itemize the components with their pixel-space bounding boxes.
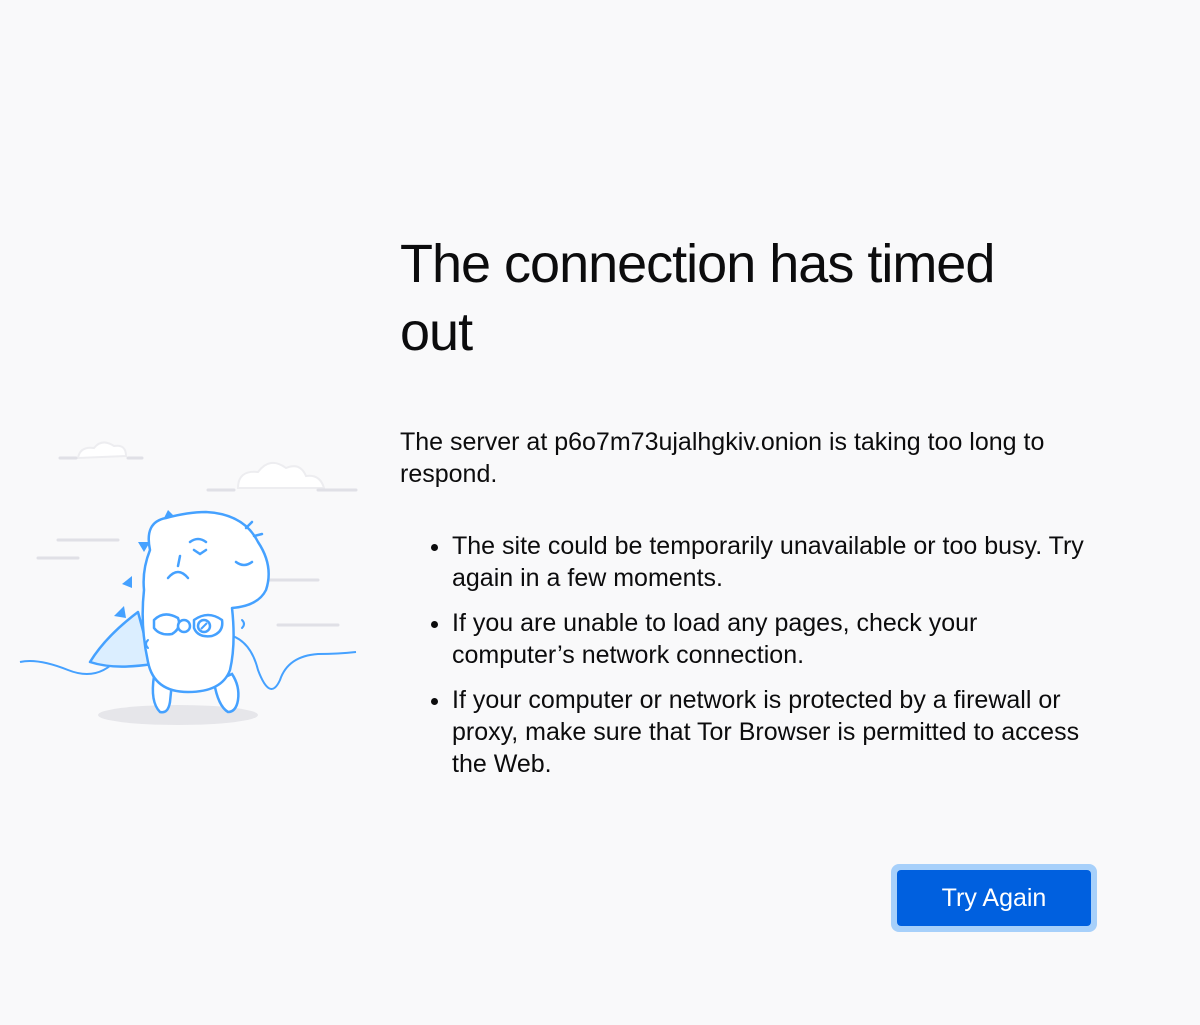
dino-body <box>141 510 270 694</box>
tip-item: If your computer or network is protected… <box>452 684 1100 780</box>
error-tips-list: The site could be temporarily unavailabl… <box>400 530 1100 780</box>
tip-item: If you are unable to load any pages, che… <box>452 607 1100 671</box>
unplugged-dino-illustration <box>19 441 358 725</box>
cloud-icon <box>236 461 326 489</box>
try-again-focus-ring: Try Again <box>891 864 1097 932</box>
cloud-icon <box>76 441 128 460</box>
tip-item: The site could be temporarily unavailabl… <box>452 530 1100 594</box>
error-description: The server at p6o7m73ujalhgkiv.onion is … <box>400 428 1045 488</box>
error-title: The connection has timed out <box>400 234 995 362</box>
plug-icon <box>176 618 192 634</box>
error-content: The connection has timed out The server … <box>400 230 1100 793</box>
try-again-button[interactable]: Try Again <box>897 870 1091 926</box>
